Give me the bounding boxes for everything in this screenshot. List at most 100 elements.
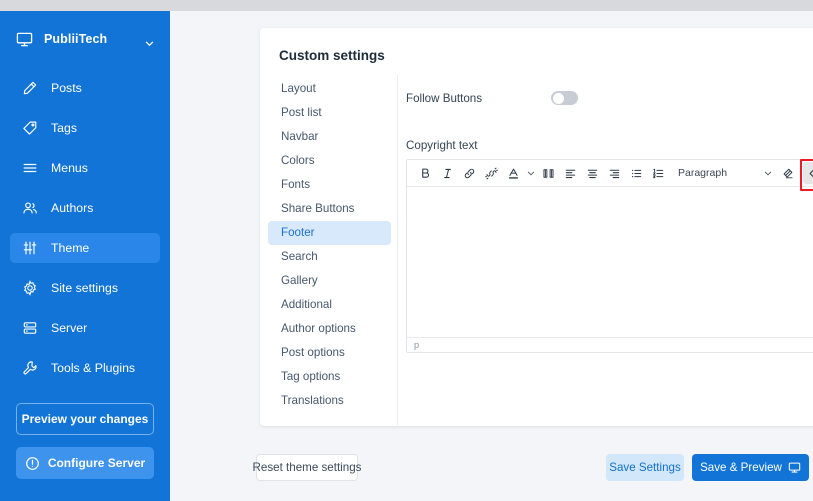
settings-detail-pane: Follow Buttons Copyright text Paragraph …: [398, 73, 813, 426]
copyright-text-editor: Paragraph p: [406, 159, 813, 353]
settings-item-footer[interactable]: Footer: [268, 221, 391, 245]
sidebar-item-theme[interactable]: Theme: [10, 233, 160, 263]
users-icon: [22, 200, 38, 216]
settings-item-label: Gallery: [281, 274, 318, 287]
format-select-value: Paragraph: [678, 167, 728, 179]
settings-item-label: Fonts: [281, 178, 310, 191]
align-left-icon[interactable]: [559, 162, 581, 184]
align-center-icon[interactable]: [581, 162, 603, 184]
settings-item-label: Layout: [281, 82, 316, 95]
editor-status-bar: p Powered by Tiny: [407, 337, 813, 352]
reset-theme-settings-label: Reset theme settings: [252, 461, 362, 474]
brand-name: PubliiTech: [44, 32, 108, 46]
settings-item-share-buttons[interactable]: Share Buttons: [268, 197, 391, 221]
custom-settings-card: Custom settings Layout Post list Navbar …: [260, 28, 813, 426]
sidebar-item-authors[interactable]: Authors: [10, 193, 160, 223]
save-settings-button[interactable]: Save Settings: [606, 454, 684, 481]
brand-selector[interactable]: PubliiTech: [0, 11, 170, 67]
settings-item-label: Footer: [281, 226, 315, 239]
alert-circle-icon: [25, 456, 40, 471]
sidebar-item-label: Tags: [51, 121, 77, 135]
toggle-knob: [552, 92, 564, 104]
copyright-text-label: Copyright text: [406, 139, 478, 152]
settings-item-tag-options[interactable]: Tag options: [268, 365, 391, 389]
link-icon[interactable]: [458, 162, 480, 184]
settings-item-fonts[interactable]: Fonts: [268, 173, 391, 197]
monitor-icon: [788, 461, 801, 474]
sidebar-nav: Posts Tags Menus Authors Theme Site sett…: [0, 73, 170, 383]
save-and-preview-button[interactable]: Save & Preview: [692, 454, 809, 481]
settings-item-translations[interactable]: Translations: [268, 389, 391, 413]
bullet-list-icon[interactable]: [625, 162, 647, 184]
settings-item-label: Search: [281, 250, 318, 263]
editor-element-path: p: [414, 340, 420, 350]
sidebar-item-label: Server: [51, 321, 88, 335]
reset-theme-settings-button[interactable]: Reset theme settings: [253, 454, 361, 481]
sidebar-item-posts[interactable]: Posts: [10, 73, 160, 103]
tag-icon: [22, 120, 38, 136]
blockquote-icon[interactable]: [537, 162, 559, 184]
menu-icon: [22, 160, 38, 176]
page-title: Custom settings: [279, 48, 385, 63]
sidebar-item-label: Theme: [51, 241, 90, 255]
sidebar-item-menus[interactable]: Menus: [10, 153, 160, 183]
pencil-icon: [22, 80, 38, 96]
settings-item-additional[interactable]: Additional: [268, 293, 391, 317]
chevron-down-icon[interactable]: [145, 35, 154, 46]
italic-icon[interactable]: [436, 162, 458, 184]
sidebar-item-label: Tools & Plugins: [51, 361, 136, 375]
settings-item-label: Colors: [281, 154, 315, 167]
sidebar-item-server[interactable]: Server: [10, 313, 160, 343]
gear-icon: [22, 280, 38, 296]
sidebar-item-tools-plugins[interactable]: Tools & Plugins: [10, 353, 160, 383]
settings-item-label: Post list: [281, 106, 322, 119]
save-settings-label: Save Settings: [609, 461, 681, 474]
text-color-icon[interactable]: [502, 162, 524, 184]
chevron-down-icon[interactable]: [524, 162, 537, 184]
follow-buttons-toggle[interactable]: [551, 91, 578, 105]
sidebar-item-label: Authors: [51, 201, 94, 215]
sidebar-item-label: Posts: [51, 81, 82, 95]
settings-item-author-options[interactable]: Author options: [268, 317, 391, 341]
configure-server-button[interactable]: Configure Server: [16, 447, 154, 479]
numbered-list-icon[interactable]: [647, 162, 669, 184]
sidebar-item-tags[interactable]: Tags: [10, 113, 160, 143]
configure-server-label: Configure Server: [47, 456, 146, 470]
settings-item-gallery[interactable]: Gallery: [268, 269, 391, 293]
follow-buttons-label: Follow Buttons: [406, 91, 483, 105]
settings-item-label: Author options: [281, 322, 356, 335]
server-icon: [22, 320, 38, 336]
settings-item-post-options[interactable]: Post options: [268, 341, 391, 365]
settings-item-label: Navbar: [281, 130, 319, 143]
settings-item-search[interactable]: Search: [268, 245, 391, 269]
settings-item-label: Post options: [281, 346, 345, 359]
chevron-down-icon: [730, 169, 772, 177]
format-select[interactable]: Paragraph: [678, 162, 772, 184]
align-right-icon[interactable]: [603, 162, 625, 184]
settings-item-post-list[interactable]: Post list: [268, 101, 391, 125]
content-area: Custom settings Layout Post list Navbar …: [170, 11, 813, 501]
preview-changes-button[interactable]: Preview your changes: [16, 403, 154, 435]
settings-item-label: Tag options: [281, 370, 341, 383]
editor-content-area[interactable]: [407, 187, 813, 337]
sidebar-item-label: Menus: [51, 161, 88, 175]
settings-item-label: Share Buttons: [281, 202, 355, 215]
wrench-icon: [22, 360, 38, 376]
settings-item-label: Additional: [281, 298, 332, 311]
settings-item-navbar[interactable]: Navbar: [268, 125, 391, 149]
sidebar-item-site-settings[interactable]: Site settings: [10, 273, 160, 303]
follow-buttons-row: Follow Buttons: [406, 85, 578, 111]
sidebar: PubliiTech Posts Tags Menus Authors Them…: [0, 11, 170, 501]
eraser-icon[interactable]: [776, 162, 798, 184]
settings-item-layout[interactable]: Layout: [268, 77, 391, 101]
save-and-preview-label: Save & Preview: [700, 461, 782, 474]
settings-section-list: Layout Post list Navbar Colors Fonts Sha…: [268, 77, 391, 413]
settings-item-label: Translations: [281, 394, 344, 407]
unlink-icon[interactable]: [480, 162, 502, 184]
bold-icon[interactable]: [414, 162, 436, 184]
window-top-strip: [0, 0, 813, 11]
source-code-icon[interactable]: [800, 159, 813, 191]
app-window: PubliiTech Posts Tags Menus Authors Them…: [0, 0, 813, 501]
settings-item-colors[interactable]: Colors: [268, 149, 391, 173]
